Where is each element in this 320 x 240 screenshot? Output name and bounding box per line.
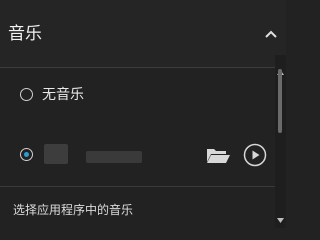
play-icon[interactable]: [243, 143, 267, 167]
radio-button-selected[interactable]: [20, 148, 33, 161]
option-no-music[interactable]: 无音乐: [0, 76, 275, 116]
chevron-up-icon[interactable]: [264, 28, 278, 40]
vertical-scrollbar[interactable]: [275, 55, 286, 228]
radio-dot: [24, 152, 29, 157]
scroll-thumb[interactable]: [278, 69, 282, 133]
blurred-track-name: [86, 151, 142, 163]
blurred-thumbnail: [44, 144, 68, 164]
footer-description: 选择应用程序中的音乐: [0, 186, 275, 228]
music-section-header[interactable]: 音乐: [0, 0, 286, 68]
option-custom-music[interactable]: [0, 133, 275, 175]
footer-text: 选择应用程序中的音乐: [13, 203, 134, 217]
option-label: 无音乐: [42, 87, 84, 103]
scroll-up-icon[interactable]: [277, 60, 284, 75]
folder-icon[interactable]: [205, 145, 231, 165]
section-title: 音乐: [8, 24, 42, 44]
radio-button-unselected[interactable]: [20, 88, 33, 101]
scroll-down-icon[interactable]: [277, 208, 284, 223]
music-options-list: 无音乐: [0, 68, 275, 186]
